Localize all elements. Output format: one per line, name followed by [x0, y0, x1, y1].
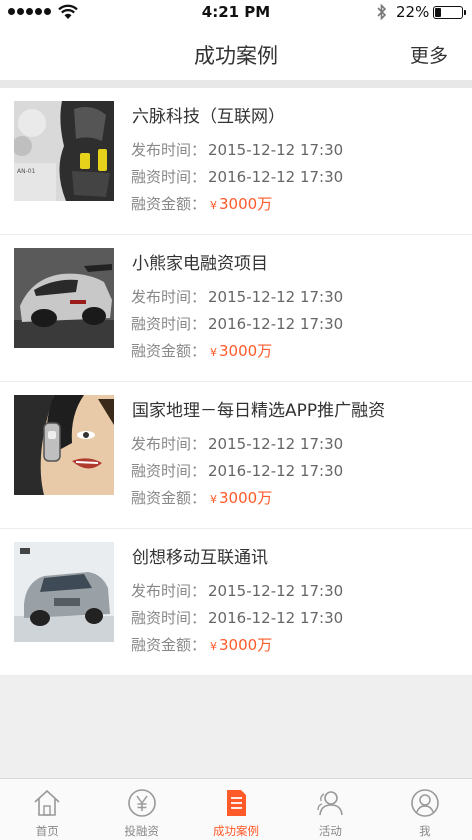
finance-time-label: 融资时间：	[131, 168, 207, 186]
home-icon	[34, 789, 60, 816]
finance-time-row: 融资时间： 2016-12-12 17:30	[131, 460, 343, 481]
finance-time-value: 2016-12-12 17:30	[208, 315, 344, 333]
more-button[interactable]: 更多	[410, 41, 448, 68]
amount-row: 融资金额： ¥3000万	[131, 487, 272, 508]
tab-home[interactable]: 首页	[0, 779, 94, 840]
amount-value: 3000万	[219, 342, 273, 360]
amount-label: 融资金额：	[131, 636, 207, 654]
publish-time-label: 发布时间：	[131, 435, 207, 453]
publish-time-value: 2015-12-12 17:30	[208, 288, 344, 306]
case-name: 小熊家电融资项目	[132, 254, 268, 274]
yen-symbol: ¥	[210, 493, 218, 506]
amount-row: 融资金额： ¥3000万	[131, 634, 272, 655]
case-name: 六脉科技（互联网）	[132, 107, 285, 127]
user-circle-icon	[411, 789, 439, 817]
case-name: 国家地理－每日精选APP推广融资	[132, 401, 386, 421]
publish-time-value: 2015-12-12 17:30	[208, 435, 344, 453]
list-item[interactable]: 小熊家电融资项目 发布时间： 2015-12-12 17:30 融资时间： 2016…	[0, 235, 472, 382]
tab-label: 成功案例	[213, 824, 260, 838]
publish-time-row: 发布时间： 2015-12-12 17:30	[131, 139, 343, 160]
tab-label: 首页	[35, 824, 59, 838]
amount-label: 融资金额：	[131, 489, 207, 507]
finance-time-row: 融资时间： 2016-12-12 17:30	[131, 313, 343, 334]
amount-value: 3000万	[219, 489, 273, 507]
finance-time-value: 2016-12-12 17:30	[208, 609, 344, 627]
amount-label: 融资金额：	[131, 342, 207, 360]
finance-time-row: 融资时间： 2016-12-12 17:30	[131, 607, 343, 628]
amount-label: 融资金额：	[131, 195, 207, 213]
case-list: AN-01 六脉科技（互联网） 发布时间： 2015-12-12 17:30 融资…	[0, 88, 472, 676]
list-item[interactable]: AN-01 六脉科技（互联网） 发布时间： 2015-12-12 17:30 融资…	[0, 88, 472, 235]
publish-time-row: 发布时间： 2015-12-12 17:30	[131, 286, 343, 307]
tab-label: 投融资	[124, 824, 159, 838]
yen-symbol: ¥	[210, 199, 218, 212]
yen-symbol: ¥	[210, 640, 218, 653]
case-thumbnail	[14, 542, 114, 642]
amount-row: 融资金额： ¥3000万	[131, 340, 272, 361]
tab-investment[interactable]: 投融资	[94, 779, 188, 840]
navigation-bar: 成功案例 更多	[0, 24, 472, 80]
list-item[interactable]: 国家地理－每日精选APP推广融资 发布时间： 2015-12-12 17:30 融…	[0, 382, 472, 529]
status-bar: 4:21 PM 22%	[0, 0, 472, 24]
case-thumbnail	[14, 248, 114, 348]
battery-percentage: 22%	[396, 3, 430, 21]
tab-label: 我	[419, 824, 431, 838]
finance-time-label: 融资时间：	[131, 462, 207, 480]
battery-icon	[433, 6, 466, 19]
amount-row: 融资金额： ¥3000万	[131, 193, 272, 214]
publish-time-value: 2015-12-12 17:30	[208, 141, 344, 159]
case-thumbnail: AN-01	[14, 101, 114, 201]
case-thumbnail	[14, 395, 114, 495]
document-list-icon	[227, 790, 247, 816]
publish-time-row: 发布时间： 2015-12-12 17:30	[131, 580, 343, 601]
nav-divider	[0, 80, 472, 88]
amount-value: 3000万	[219, 195, 273, 213]
tab-bar: 首页 投融资 成功案例 活动 我	[0, 778, 472, 840]
page-title: 成功案例	[194, 44, 278, 68]
people-icon	[317, 791, 344, 816]
finance-time-value: 2016-12-12 17:30	[208, 168, 344, 186]
finance-time-label: 融资时间：	[131, 609, 207, 627]
tab-me[interactable]: 我	[378, 779, 472, 840]
publish-time-row: 发布时间： 2015-12-12 17:30	[131, 433, 343, 454]
yen-symbol: ¥	[210, 346, 218, 359]
finance-time-value: 2016-12-12 17:30	[208, 462, 344, 480]
svg-text:AN-01: AN-01	[17, 168, 36, 175]
publish-time-label: 发布时间：	[131, 141, 207, 159]
tab-activities[interactable]: 活动	[283, 779, 377, 840]
finance-time-label: 融资时间：	[131, 315, 207, 333]
bluetooth-icon	[377, 3, 387, 21]
publish-time-label: 发布时间：	[131, 582, 207, 600]
publish-time-label: 发布时间：	[131, 288, 207, 306]
tab-label: 活动	[318, 824, 342, 838]
list-item[interactable]: 创想移动互联通讯 发布时间： 2015-12-12 17:30 融资时间： 2016…	[0, 529, 472, 676]
case-name: 创想移动互联通讯	[132, 548, 268, 568]
publish-time-value: 2015-12-12 17:30	[208, 582, 344, 600]
finance-time-row: 融资时间： 2016-12-12 17:30	[131, 166, 343, 187]
tab-success-cases[interactable]: 成功案例	[189, 779, 283, 840]
amount-value: 3000万	[219, 636, 273, 654]
yen-circle-icon	[127, 789, 156, 817]
